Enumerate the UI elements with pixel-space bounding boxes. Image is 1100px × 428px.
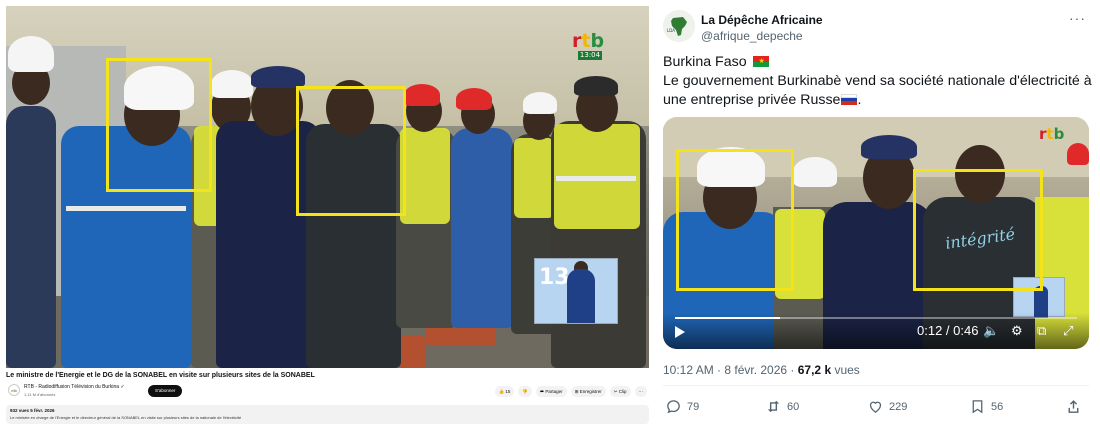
progress-fill bbox=[675, 317, 780, 319]
save-button[interactable]: ⊞ Enregistrer bbox=[570, 386, 606, 397]
picture-in-picture-icon[interactable]: ⧉ bbox=[1037, 323, 1046, 339]
channel-name[interactable]: RTB - Radiodiffusion Télévision du Burki… bbox=[24, 384, 125, 390]
highlight-box-integrite-man bbox=[913, 169, 1043, 291]
share-button[interactable] bbox=[1065, 398, 1082, 415]
settings-icon[interactable]: ⚙ bbox=[1011, 323, 1023, 339]
channel-avatar[interactable]: rtb bbox=[8, 384, 20, 396]
bookmark-button[interactable]: 56 bbox=[969, 398, 1003, 415]
video-description[interactable]: 932 vues 5 févr. 2026 Le ministre en cha… bbox=[6, 405, 649, 424]
more-options-icon[interactable]: ··· bbox=[1069, 10, 1086, 26]
highlight-box-helmet-man bbox=[676, 149, 794, 291]
heart-icon bbox=[869, 401, 882, 413]
embedded-video[interactable]: intégrité rtb 0:12 / 0:46 🔈 ⚙ ⧉ ⤢ bbox=[663, 117, 1089, 349]
reply-count: 79 bbox=[687, 400, 700, 413]
repost-count: 60 bbox=[787, 400, 800, 413]
africa-map-icon: LDA bbox=[663, 10, 695, 42]
video-actions: 👍 15 👎 ⮫ Partager ⊞ Enregistrer ✂ Clip ⋯ bbox=[494, 386, 647, 397]
russia-flag-icon bbox=[841, 94, 858, 105]
bookmark-count: 56 bbox=[991, 400, 1004, 413]
rtb-logo: rtb bbox=[1039, 125, 1065, 143]
subscribe-button[interactable]: S'abonner bbox=[148, 385, 183, 397]
tweet: LDA La Dépêche Africaine @afrique_depech… bbox=[650, 0, 1100, 428]
tweet-meta: 10:12 AM · 8 févr. 2026 · 67,2 k vues bbox=[663, 363, 860, 377]
sign-language-inset: 13 bbox=[534, 258, 618, 324]
more-button[interactable]: ⋯ bbox=[634, 386, 647, 397]
progress-bar[interactable] bbox=[675, 317, 1077, 319]
dislike-button[interactable]: 👎 bbox=[518, 386, 532, 397]
like-button[interactable]: 👍 15 bbox=[494, 386, 515, 397]
repost-button[interactable]: 60 bbox=[765, 398, 799, 415]
views-label: vues bbox=[831, 363, 860, 377]
broadcast-time: 13:04 bbox=[578, 51, 602, 60]
share-icon bbox=[1068, 400, 1079, 413]
svg-text:LDA: LDA bbox=[667, 28, 675, 33]
divider bbox=[663, 385, 1089, 386]
tweet-actions: 79 60 229 56 bbox=[665, 398, 1085, 418]
tweet-text: Burkina Faso ★ Le gouvernement Burkinabè… bbox=[663, 53, 1093, 110]
subscriber-count: 1,11 M d'abonnés bbox=[24, 392, 56, 397]
views-and-date: 932 vues 5 févr. 2026 bbox=[10, 408, 55, 413]
video-title: Le ministre de l'Energie et le DG de la … bbox=[6, 372, 315, 379]
video-controls: 0:12 / 0:46 🔈 ⚙ ⧉ ⤢ bbox=[663, 313, 1089, 349]
like-button[interactable]: 229 bbox=[867, 398, 907, 415]
tweet-text-line1: Burkina Faso bbox=[663, 54, 747, 70]
fullscreen-icon[interactable]: ⤢ bbox=[1063, 323, 1073, 339]
tweet-text-end: . bbox=[857, 92, 862, 108]
youtube-screenshot: rtb 13:04 13 Le ministre de l'Energie et… bbox=[6, 6, 649, 424]
reply-icon bbox=[667, 400, 680, 414]
highlight-box-integrite-man bbox=[296, 86, 406, 216]
red-helmet bbox=[1067, 143, 1089, 165]
tweet-timestamp[interactable]: 10:12 AM · 8 févr. 2026 · bbox=[663, 363, 798, 377]
highlight-box-helmet-man bbox=[106, 58, 212, 192]
video-time: 0:12 / 0:46 bbox=[917, 323, 979, 338]
view-count: 67,2 k bbox=[797, 363, 832, 377]
author-avatar[interactable]: LDA bbox=[663, 10, 695, 42]
share-button[interactable]: ⮫ Partager bbox=[535, 386, 567, 397]
author-handle[interactable]: @afrique_depeche bbox=[701, 29, 803, 43]
video-frame[interactable]: rtb 13:04 13 bbox=[6, 6, 649, 368]
tweet-text-line2: Le gouvernement Burkinabè vend sa sociét… bbox=[663, 73, 1092, 108]
rtb-logo: rtb bbox=[572, 30, 605, 52]
person-cap bbox=[861, 135, 917, 159]
description-text: Le ministre en charge de l'Energie et le… bbox=[10, 415, 242, 420]
channel-row: rtb RTB - Radiodiffusion Télévision du B… bbox=[6, 383, 649, 403]
author-name[interactable]: La Dépêche Africaine bbox=[701, 13, 823, 27]
repost-icon bbox=[767, 400, 780, 413]
clip-button[interactable]: ✂ Clip bbox=[609, 386, 631, 397]
volume-icon[interactable]: 🔈 bbox=[983, 323, 999, 339]
bookmark-icon bbox=[972, 400, 983, 414]
reply-button[interactable]: 79 bbox=[665, 398, 699, 415]
burkina-faso-flag-icon: ★ bbox=[752, 56, 769, 67]
person-helmet bbox=[793, 157, 837, 187]
signer bbox=[567, 269, 595, 323]
like-count: 229 bbox=[889, 400, 908, 413]
inset-channel-number: 13 bbox=[539, 265, 570, 290]
play-icon[interactable] bbox=[675, 326, 685, 338]
